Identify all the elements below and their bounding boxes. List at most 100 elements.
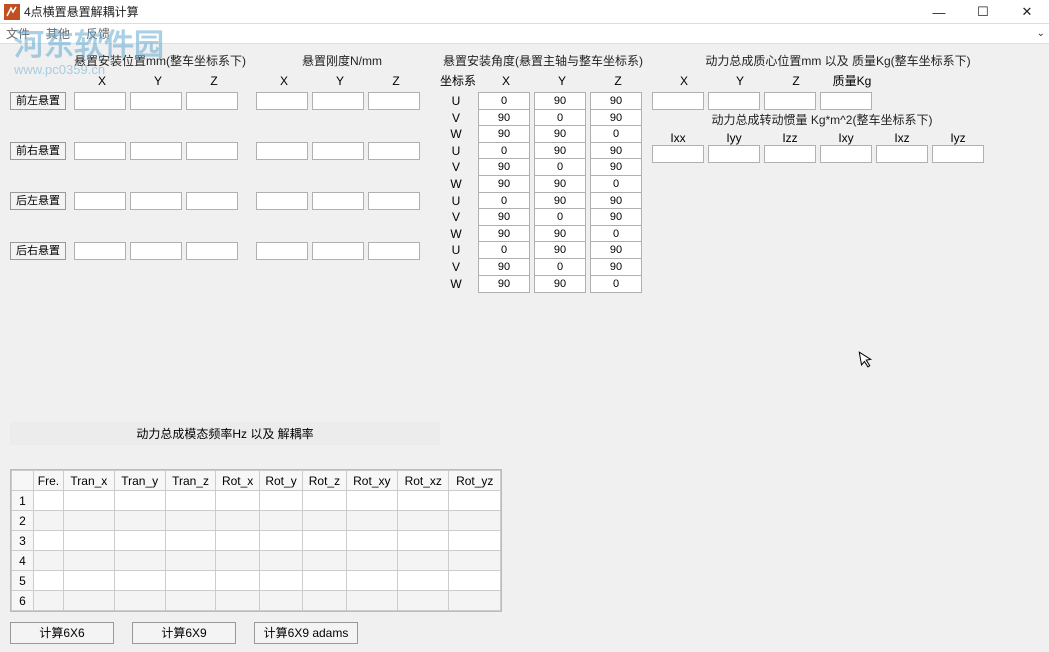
angle-1-u-x[interactable] [478,142,530,160]
maximize-button[interactable]: ☐ [961,0,1005,24]
table-cell[interactable] [449,571,501,591]
angle-0-u-x[interactable] [478,92,530,110]
angle-3-w-z[interactable] [590,275,642,293]
inertia-Izz[interactable] [764,145,816,163]
angle-1-w-z[interactable] [590,175,642,193]
table-cell[interactable] [165,511,216,531]
angle-0-v-y[interactable] [534,109,586,127]
pos-rl-z[interactable] [186,192,238,210]
angle-0-w-y[interactable] [534,125,586,143]
pos-fl-z[interactable] [186,92,238,110]
table-cell[interactable] [63,571,114,591]
table-cell[interactable] [34,551,64,571]
angle-0-w-z[interactable] [590,125,642,143]
table-cell[interactable] [449,531,501,551]
table-cell[interactable] [34,531,64,551]
table-cell[interactable] [346,551,397,571]
angle-0-u-y[interactable] [534,92,586,110]
stiff-fl-x[interactable] [256,92,308,110]
angle-1-v-z[interactable] [590,158,642,176]
table-cell[interactable] [34,491,64,511]
stiff-fl-y[interactable] [312,92,364,110]
table-cell[interactable] [34,511,64,531]
mass-z[interactable] [764,92,816,110]
stiff-rl-z[interactable] [368,192,420,210]
table-cell[interactable] [63,591,114,611]
table-cell[interactable] [346,531,397,551]
table-cell[interactable] [63,551,114,571]
mass-y[interactable] [708,92,760,110]
angle-3-v-x[interactable] [478,258,530,276]
stiff-rl-y[interactable] [312,192,364,210]
angle-1-u-z[interactable] [590,142,642,160]
table-cell[interactable] [216,531,259,551]
table-cell[interactable] [259,571,302,591]
mass-x[interactable] [652,92,704,110]
table-cell[interactable] [34,591,64,611]
menu-feedback[interactable]: 反馈 [86,25,110,42]
stiff-fr-z[interactable] [368,142,420,160]
table-cell[interactable] [216,551,259,571]
table-cell[interactable] [259,491,302,511]
angle-1-v-x[interactable] [478,158,530,176]
pos-rl-y[interactable] [130,192,182,210]
table-cell[interactable] [449,511,501,531]
table-cell[interactable] [259,591,302,611]
angle-2-v-z[interactable] [590,208,642,226]
pos-rr-x[interactable] [74,242,126,260]
angle-3-w-x[interactable] [478,275,530,293]
table-cell[interactable] [34,571,64,591]
table-cell[interactable] [216,491,259,511]
minimize-button[interactable]: — [917,0,961,24]
angle-2-u-y[interactable] [534,192,586,210]
pos-fr-z[interactable] [186,142,238,160]
table-cell[interactable] [114,551,165,571]
table-cell[interactable] [259,531,302,551]
table-cell[interactable] [398,571,449,591]
angle-2-w-y[interactable] [534,225,586,243]
pos-fl-y[interactable] [130,92,182,110]
table-cell[interactable] [303,511,346,531]
table-cell[interactable] [346,571,397,591]
pos-fl-x[interactable] [74,92,126,110]
table-cell[interactable] [449,551,501,571]
table-cell[interactable] [114,491,165,511]
angle-2-w-x[interactable] [478,225,530,243]
stiff-rl-x[interactable] [256,192,308,210]
pos-fr-y[interactable] [130,142,182,160]
table-cell[interactable] [165,531,216,551]
pos-rl-x[interactable] [74,192,126,210]
table-cell[interactable] [216,591,259,611]
table-cell[interactable] [165,551,216,571]
angle-1-w-x[interactable] [478,175,530,193]
stiff-fr-y[interactable] [312,142,364,160]
stiff-rr-y[interactable] [312,242,364,260]
stiff-fl-z[interactable] [368,92,420,110]
inertia-Ixy[interactable] [820,145,872,163]
table-cell[interactable] [346,591,397,611]
table-cell[interactable] [216,511,259,531]
angle-3-u-x[interactable] [478,241,530,259]
stiff-rr-z[interactable] [368,242,420,260]
angle-0-v-x[interactable] [478,109,530,127]
inertia-Iyy[interactable] [708,145,760,163]
stiff-fr-x[interactable] [256,142,308,160]
stiff-rr-x[interactable] [256,242,308,260]
toolbar-dropdown-icon[interactable]: ⌄ [1037,28,1045,39]
pos-fr-x[interactable] [74,142,126,160]
table-cell[interactable] [303,591,346,611]
angle-3-u-z[interactable] [590,241,642,259]
table-cell[interactable] [216,571,259,591]
angle-1-u-y[interactable] [534,142,586,160]
table-cell[interactable] [165,571,216,591]
table-cell[interactable] [114,531,165,551]
table-cell[interactable] [114,591,165,611]
angle-1-w-y[interactable] [534,175,586,193]
table-cell[interactable] [259,551,302,571]
table-cell[interactable] [303,551,346,571]
calc-6x6-button[interactable]: 计算6X6 [10,622,114,644]
angle-2-v-x[interactable] [478,208,530,226]
menu-file[interactable]: 文件 [6,25,30,42]
mass-kg[interactable] [820,92,872,110]
angle-2-u-x[interactable] [478,192,530,210]
